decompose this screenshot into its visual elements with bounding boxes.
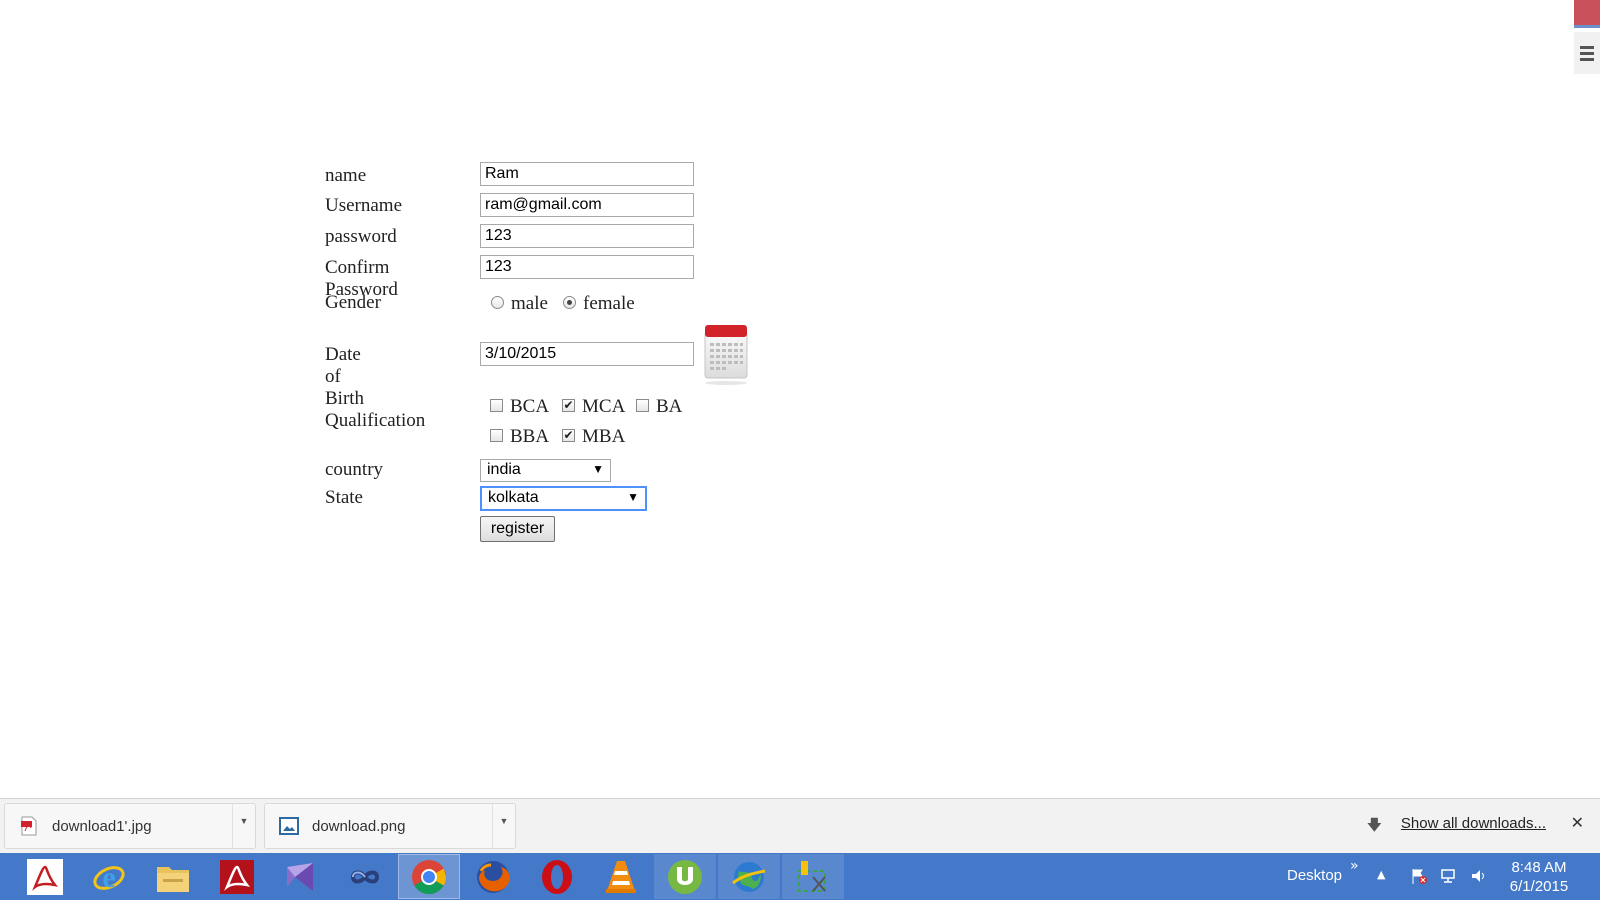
male-radio[interactable] bbox=[491, 295, 504, 309]
male-label: male bbox=[511, 293, 548, 314]
gender-male-option[interactable]: male bbox=[491, 293, 548, 315]
dob-input[interactable] bbox=[480, 342, 694, 366]
dob-label: Date of Birth bbox=[325, 344, 365, 409]
desktop-toolbar-label[interactable]: Desktop bbox=[1287, 867, 1342, 884]
volume-icon[interactable] bbox=[1470, 868, 1488, 884]
utorrent-icon[interactable] bbox=[654, 854, 716, 899]
firefox-icon[interactable] bbox=[462, 854, 524, 899]
qual-bca-option[interactable]: BCA bbox=[490, 396, 549, 418]
qual-mca-option[interactable]: ✔ MCA bbox=[562, 396, 625, 418]
bca-checkbox[interactable] bbox=[490, 398, 503, 412]
qual-mba-option[interactable]: ✔ MBA bbox=[562, 426, 625, 448]
double-chevron-icon[interactable]: » bbox=[1350, 858, 1359, 874]
username-input[interactable] bbox=[480, 193, 694, 217]
mba-checkbox[interactable]: ✔ bbox=[562, 428, 575, 442]
system-clock[interactable]: 8:48 AM 6/1/2015 bbox=[1500, 858, 1578, 896]
close-icon[interactable]: ✕ bbox=[1571, 813, 1584, 832]
qual-bba-option[interactable]: BBA bbox=[490, 426, 549, 448]
gender-label: Gender bbox=[325, 292, 381, 313]
bca-label: BCA bbox=[510, 396, 550, 417]
state-value: kolkata bbox=[488, 489, 539, 506]
confirm-password-input[interactable] bbox=[480, 255, 694, 279]
show-hidden-icons-icon[interactable]: ▲ bbox=[1377, 868, 1385, 881]
download-item[interactable]: download1'.jpg ▼ bbox=[4, 803, 256, 849]
opera-icon[interactable] bbox=[526, 854, 588, 899]
country-value: india bbox=[487, 461, 521, 478]
mca-label: MCA bbox=[582, 396, 626, 417]
clock-date: 6/1/2015 bbox=[1509, 878, 1569, 895]
female-radio[interactable] bbox=[563, 295, 576, 309]
image-file-icon bbox=[279, 817, 299, 835]
mba-label: MBA bbox=[582, 426, 626, 447]
vlc-icon[interactable] bbox=[590, 854, 652, 899]
download-filename: download.png bbox=[312, 818, 406, 835]
ba-label: BA bbox=[656, 396, 683, 417]
country-select[interactable]: india ▼ bbox=[480, 459, 611, 482]
download-item[interactable]: download.png ▼ bbox=[264, 803, 516, 849]
adobe-reader-icon[interactable] bbox=[14, 854, 76, 899]
name-input[interactable] bbox=[480, 162, 694, 186]
visual-studio-icon[interactable] bbox=[270, 854, 332, 899]
bba-checkbox[interactable] bbox=[490, 428, 503, 442]
pdf-file-icon bbox=[21, 816, 37, 836]
dropdown-arrow-icon: ▼ bbox=[627, 490, 639, 504]
calendar-icon[interactable] bbox=[704, 324, 748, 386]
bba-label: BBA bbox=[510, 426, 550, 447]
qual-ba-option[interactable]: BA bbox=[636, 396, 682, 418]
downloads-bar: download1'.jpg ▼ download.png ▼ 🡇 Show a… bbox=[0, 798, 1600, 854]
adobe-acrobat-icon[interactable] bbox=[206, 854, 268, 899]
qualification-label: Qualification bbox=[325, 410, 426, 431]
chevron-down-icon[interactable]: ▼ bbox=[232, 804, 255, 848]
ba-checkbox[interactable] bbox=[636, 398, 649, 412]
chevron-down-icon[interactable]: ▼ bbox=[492, 804, 515, 848]
hamburger-menu-icon[interactable] bbox=[1574, 32, 1600, 74]
password-input[interactable] bbox=[480, 224, 694, 248]
name-label: name bbox=[325, 165, 367, 186]
gender-female-option[interactable]: female bbox=[563, 293, 635, 315]
globe-app-icon[interactable] bbox=[718, 854, 780, 899]
chrome-icon[interactable] bbox=[398, 854, 460, 899]
file-explorer-icon[interactable] bbox=[142, 854, 204, 899]
taskbar: e Desktop » ▲ 8:48 AM 6/1/2015 bbox=[0, 853, 1600, 900]
state-label: State bbox=[325, 487, 363, 508]
infinity-app-icon[interactable] bbox=[334, 854, 396, 899]
action-center-flag-icon[interactable] bbox=[1410, 868, 1428, 884]
network-icon[interactable] bbox=[1440, 868, 1458, 884]
dropdown-arrow-icon: ▼ bbox=[592, 462, 604, 476]
svg-text:e: e bbox=[102, 861, 115, 894]
scrollbar-thumb[interactable] bbox=[1574, 0, 1600, 28]
register-button[interactable]: register bbox=[480, 516, 555, 542]
username-label: Username bbox=[325, 195, 403, 216]
female-label: female bbox=[583, 293, 635, 314]
password-label: password bbox=[325, 226, 397, 247]
state-select[interactable]: kolkata ▼ bbox=[480, 486, 647, 511]
internet-explorer-icon[interactable]: e bbox=[78, 854, 140, 899]
show-all-downloads-link[interactable]: Show all downloads... bbox=[1401, 815, 1546, 832]
mca-checkbox[interactable]: ✔ bbox=[562, 398, 575, 412]
snipping-tool-icon[interactable] bbox=[782, 854, 844, 899]
clock-time: 8:48 AM bbox=[1511, 859, 1567, 876]
download-arrow-icon: 🡇 bbox=[1366, 816, 1382, 834]
download-filename: download1'.jpg bbox=[52, 818, 152, 835]
country-label: country bbox=[325, 459, 384, 480]
